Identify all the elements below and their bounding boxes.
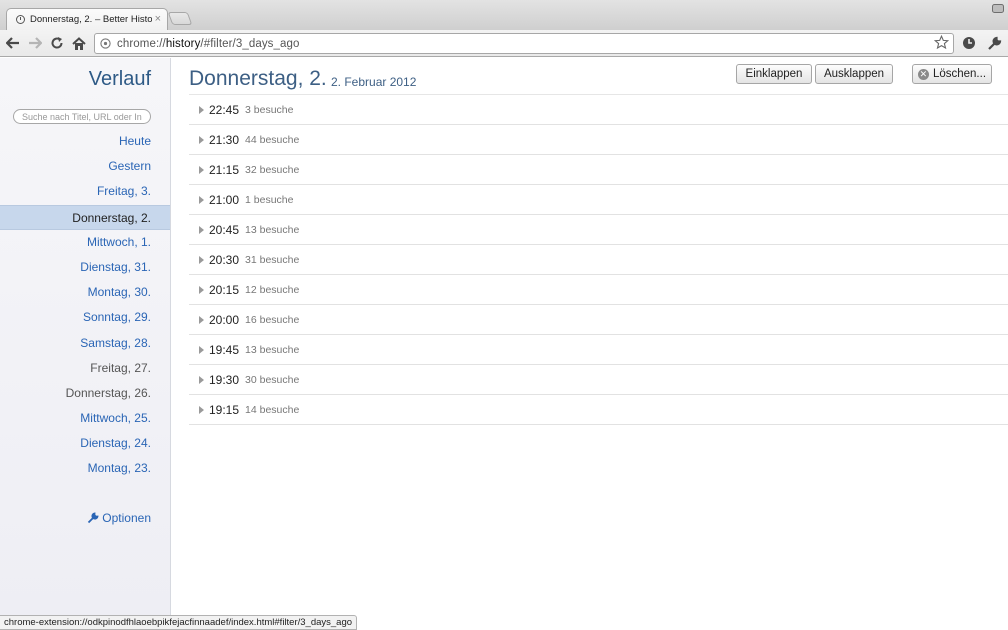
sidebar-day[interactable]: Mittwoch, 1. (0, 230, 170, 255)
interval-visits: 1 besuche (245, 193, 294, 206)
interval-time: 20:45 (209, 222, 240, 237)
search-input[interactable] (13, 109, 151, 124)
expand-triangle-icon[interactable] (199, 285, 204, 294)
url-scheme: chrome:// (117, 37, 166, 50)
bookmark-star-icon[interactable] (934, 35, 949, 50)
expand-triangle-icon[interactable] (199, 135, 204, 144)
sidebar-day[interactable]: Mittwoch, 25. (0, 406, 170, 431)
sidebar-title: Verlauf (88, 68, 151, 90)
interval-row[interactable]: 20:15 12 besuche (189, 275, 1008, 305)
interval-time: 21:15 (209, 162, 240, 177)
expand-triangle-icon[interactable] (199, 375, 204, 384)
expand-triangle-icon[interactable] (199, 195, 204, 204)
window-resize-icon[interactable] (992, 4, 1004, 13)
tab-close-icon[interactable]: × (155, 14, 161, 25)
home-icon[interactable] (70, 34, 88, 52)
interval-time: 19:15 (209, 402, 240, 417)
browser-toolbar: chrome://history/#filter/3_days_ago (0, 30, 1008, 57)
tab-title: Donnerstag, 2. – Better Histo (30, 14, 152, 25)
interval-list: 22:45 3 besuche 21:30 44 besuche 21:15 32 b… (189, 94, 1008, 425)
delete-button[interactable]: ✕ Löschen... (912, 64, 992, 84)
collapse-button[interactable]: Einklappen (736, 64, 812, 84)
back-arrow-icon[interactable] (4, 34, 22, 52)
sidebar-day[interactable]: Donnerstag, 26. (0, 381, 170, 406)
forward-arrow-icon[interactable] (26, 34, 44, 52)
expand-triangle-icon[interactable] (199, 165, 204, 174)
new-tab-button[interactable] (167, 12, 193, 25)
interval-time: 21:00 (209, 192, 240, 207)
sidebar-day[interactable]: Samstag, 28. (0, 331, 170, 356)
interval-visits: 32 besuche (245, 163, 300, 176)
sidebar-day[interactable]: Dienstag, 31. (0, 255, 170, 280)
wrench-icon (88, 512, 99, 524)
interval-row[interactable]: 20:45 13 besuche (189, 215, 1008, 245)
sidebar: Verlauf Heute Gestern Freitag, 3. Donner… (0, 58, 171, 630)
browser-titlebar: Donnerstag, 2. – Better Histo × (0, 0, 1008, 30)
clock-favicon-icon (16, 15, 25, 24)
interval-visits: 31 besuche (245, 253, 300, 266)
expand-button[interactable]: Ausklappen (815, 64, 893, 84)
delete-label: Löschen... (932, 68, 987, 80)
interval-time: 19:30 (209, 372, 240, 387)
page-info-icon[interactable] (100, 38, 111, 49)
sidebar-day[interactable]: Freitag, 27. (0, 356, 170, 381)
sidebar-day[interactable]: Heute (0, 129, 170, 154)
interval-row[interactable]: 20:30 31 besuche (189, 245, 1008, 275)
interval-visits: 14 besuche (245, 403, 300, 416)
interval-time: 22:45 (209, 102, 240, 117)
interval-visits: 12 besuche (245, 283, 300, 296)
sidebar-day[interactable]: Sonntag, 29. (0, 305, 170, 330)
expand-triangle-icon[interactable] (199, 405, 204, 414)
interval-row[interactable]: 21:30 44 besuche (189, 125, 1008, 155)
page-title: Donnerstag, 2. (189, 67, 327, 90)
interval-row[interactable]: 19:15 14 besuche (189, 395, 1008, 425)
url-path: /#filter/3_days_ago (200, 37, 300, 50)
interval-row[interactable]: 21:15 32 besuche (189, 155, 1008, 185)
delete-x-icon: ✕ (917, 68, 929, 80)
sidebar-day[interactable]: Montag, 23. (0, 456, 170, 481)
expand-triangle-icon[interactable] (199, 255, 204, 264)
interval-visits: 16 besuche (245, 313, 300, 326)
browser-tab[interactable]: Donnerstag, 2. – Better Histo × (6, 8, 168, 30)
wrench-icon[interactable] (985, 34, 1003, 52)
interval-row[interactable]: 19:30 30 besuche (189, 365, 1008, 395)
interval-time: 20:30 (209, 252, 240, 267)
sidebar-day[interactable]: Freitag, 3. (0, 179, 170, 204)
page-date: 2. Februar 2012 (331, 75, 417, 89)
expand-triangle-icon[interactable] (199, 105, 204, 114)
interval-time: 21:30 (209, 132, 240, 147)
day-list: Heute Gestern Freitag, 3. Donnerstag, 2.… (0, 129, 170, 482)
url-host: history (165, 37, 201, 50)
interval-visits: 44 besuche (245, 133, 300, 146)
interval-time: 19:45 (209, 342, 240, 357)
interval-row[interactable]: 22:45 3 besuche (189, 95, 1008, 125)
expand-triangle-icon[interactable] (199, 345, 204, 354)
interval-time: 20:15 (209, 282, 240, 297)
sidebar-day[interactable]: Gestern (0, 154, 170, 179)
interval-row[interactable]: 20:00 16 besuche (189, 305, 1008, 335)
interval-visits: 13 besuche (245, 223, 300, 236)
sidebar-day[interactable]: Montag, 30. (0, 280, 170, 305)
history-clock-icon[interactable] (960, 34, 978, 52)
status-bubble: chrome-extension://odkpinodfhlaoebpikfej… (0, 615, 358, 630)
interval-visits: 13 besuche (245, 343, 300, 356)
interval-visits: 3 besuche (245, 103, 294, 116)
expand-triangle-icon[interactable] (199, 225, 204, 234)
interval-row[interactable]: 21:00 1 besuche (189, 185, 1008, 215)
interval-row[interactable]: 19:45 13 besuche (189, 335, 1008, 365)
interval-visits: 30 besuche (245, 373, 300, 386)
reload-icon[interactable] (48, 34, 66, 52)
url-text[interactable]: chrome://history/#filter/3_days_ago (117, 38, 300, 50)
sidebar-day-selected[interactable]: Donnerstag, 2. (0, 204, 170, 230)
sidebar-day[interactable]: Dienstag, 24. (0, 431, 170, 456)
interval-time: 20:00 (209, 312, 240, 327)
options-link[interactable]: Optionen (87, 511, 151, 525)
address-bar[interactable]: chrome://history/#filter/3_days_ago (94, 33, 954, 54)
expand-triangle-icon[interactable] (199, 315, 204, 324)
options-label: Optionen (102, 511, 151, 525)
